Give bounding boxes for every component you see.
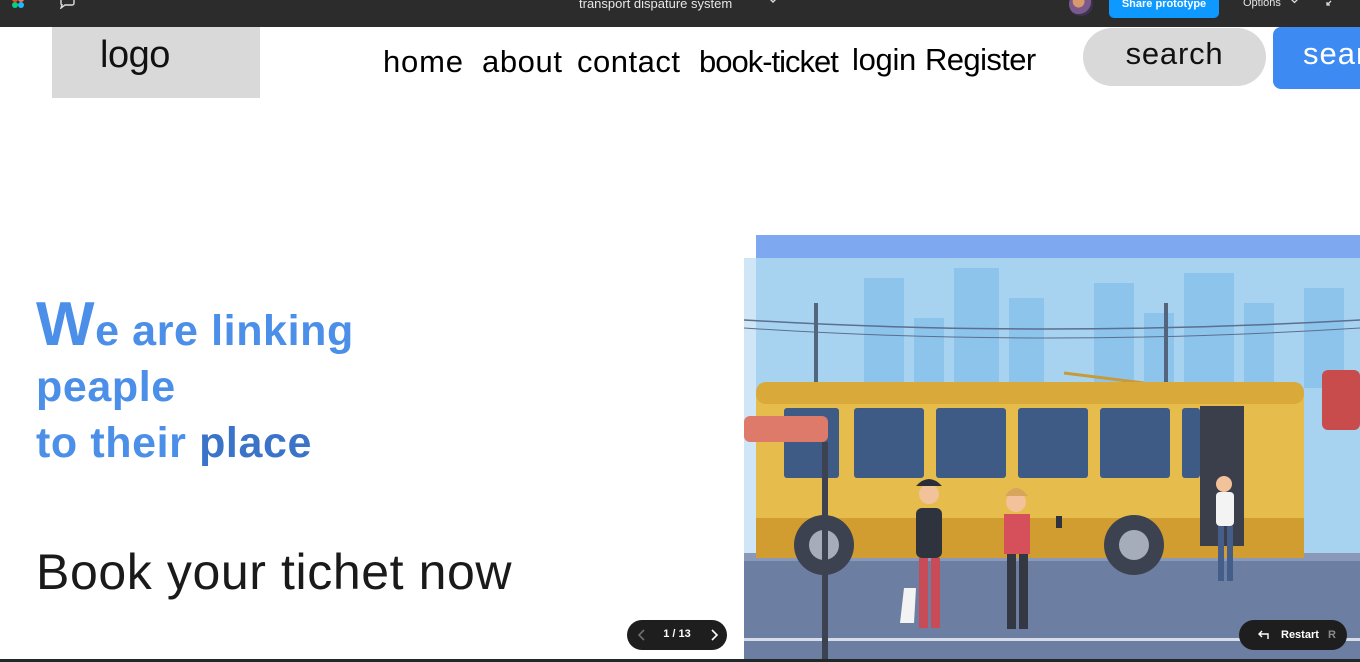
hero-title-line2: peaple xyxy=(36,363,176,411)
prototype-toolbar: transport dispature system Share prototy… xyxy=(0,0,1360,27)
figma-logo-icon[interactable] xyxy=(12,0,24,8)
nav-about-link[interactable]: about xyxy=(482,44,563,80)
chevron-down-icon[interactable] xyxy=(768,0,778,5)
chevron-down-icon[interactable] xyxy=(1290,0,1299,5)
hero-subtitle: Book your tichet now xyxy=(36,544,513,600)
options-menu[interactable]: Options xyxy=(1243,0,1281,10)
restart-label: Restart xyxy=(1281,629,1319,641)
search-input[interactable]: search xyxy=(1083,28,1266,86)
logo-text[interactable]: logo xyxy=(100,34,170,77)
prototype-frame: logo home about contact book-ticket logi… xyxy=(0,27,1360,660)
hero-title: We are linking peaple to their place xyxy=(36,294,354,471)
hero-title-line3-end: place xyxy=(199,419,313,467)
chevron-right-icon[interactable] xyxy=(707,628,721,642)
nav-book-ticket-link[interactable]: book-ticket xyxy=(699,44,839,80)
restart-shortcut: R xyxy=(1328,629,1336,641)
bus-stop-illustration xyxy=(744,258,1360,660)
user-avatar[interactable] xyxy=(1069,0,1093,16)
hero-title-line3: to their xyxy=(36,419,200,467)
nav-login-link[interactable]: login xyxy=(852,42,916,78)
illustration-header-bar xyxy=(756,235,1360,258)
share-prototype-button[interactable]: Share prototype xyxy=(1109,0,1219,18)
hero-title-initial: W xyxy=(36,290,96,359)
page-navigator: 1 / 13 xyxy=(627,620,727,650)
comment-icon[interactable] xyxy=(58,0,76,9)
nav-register-link[interactable]: Register xyxy=(925,42,1036,78)
hero-title-line1: e are linking xyxy=(95,307,354,355)
search-button[interactable]: sear xyxy=(1273,27,1360,89)
nav-home-link[interactable]: home xyxy=(383,44,464,80)
collapse-icon[interactable] xyxy=(1325,0,1337,7)
file-title[interactable]: transport dispature system xyxy=(579,0,732,12)
restart-arrow-icon xyxy=(1258,630,1269,639)
nav-contact-link[interactable]: contact xyxy=(577,44,680,80)
restart-button[interactable]: Restart R xyxy=(1239,620,1347,650)
